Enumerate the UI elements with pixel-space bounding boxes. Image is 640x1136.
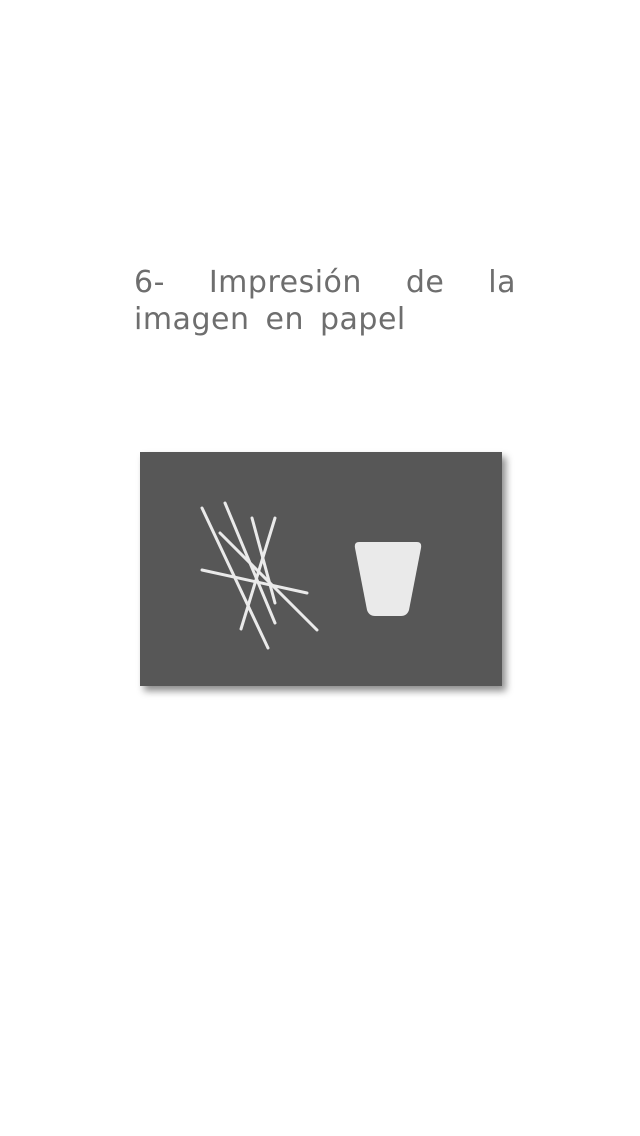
screen: 6- Impresión de la imagen en papel xyxy=(0,0,640,1136)
printed-image xyxy=(140,452,502,686)
cup-icon xyxy=(354,542,422,616)
scribble-lines-icon xyxy=(200,501,319,650)
step-title: 6- Impresión de la imagen en papel xyxy=(134,265,516,337)
